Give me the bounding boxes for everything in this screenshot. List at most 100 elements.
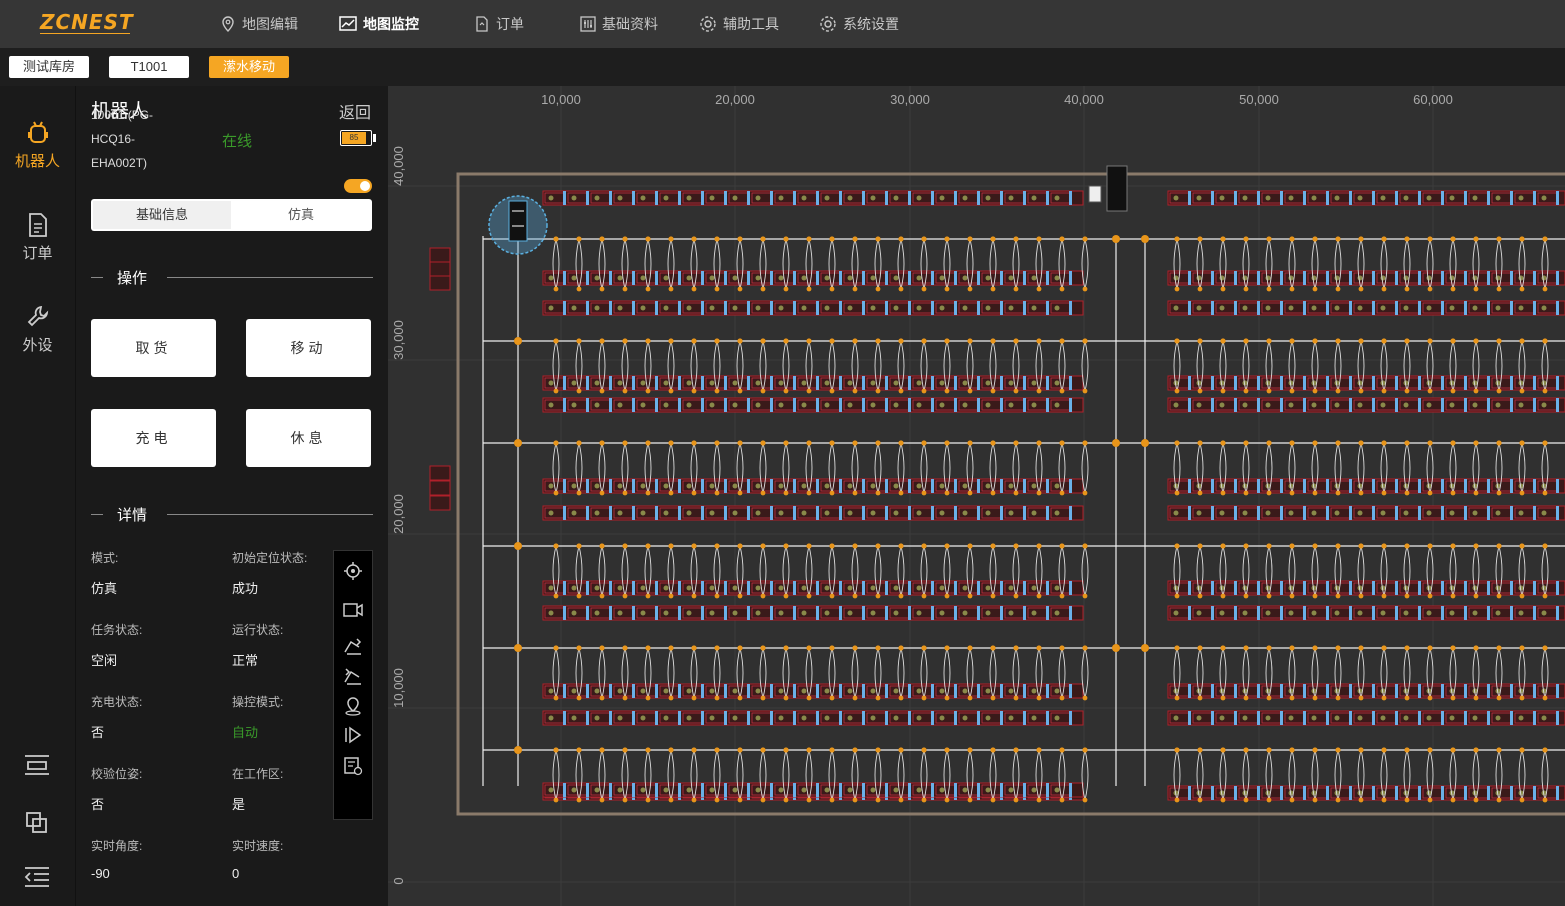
document-icon bbox=[28, 213, 47, 237]
play-icon[interactable] bbox=[343, 726, 363, 744]
gear-icon bbox=[820, 16, 836, 32]
detail-value-in-workzone: 是 bbox=[232, 797, 246, 812]
charge-button[interactable]: 充电 bbox=[91, 409, 216, 467]
x-tick-label: 40,000 bbox=[1064, 92, 1104, 107]
robot-name-line1: 10001 (PG- bbox=[91, 108, 154, 122]
sidebar-item-label: 机器人 bbox=[14, 153, 60, 170]
left-sidebar: 机器人 订单 外设 bbox=[0, 86, 75, 906]
x-tick-label: 60,000 bbox=[1413, 92, 1453, 107]
collapse-menu-icon[interactable] bbox=[24, 866, 50, 888]
nav-map-edit[interactable]: 地图编辑 bbox=[220, 0, 298, 48]
warehouse-tag[interactable]: 测试库房 bbox=[9, 56, 89, 78]
detail-label-mode: 模式: bbox=[91, 551, 119, 565]
detail-label-angle: 实时角度: bbox=[91, 839, 143, 853]
detail-label-verify-pose: 校验位姿: bbox=[91, 767, 143, 781]
section-title: 详情 bbox=[117, 507, 148, 524]
nav-map-monitor[interactable]: 地图监控 bbox=[339, 0, 419, 48]
sidebar-item-label: 订单 bbox=[22, 245, 53, 262]
robot-icon bbox=[27, 121, 48, 143]
detail-label-control-mode: 操控模式: bbox=[232, 695, 284, 709]
info-tabs: 基础信息 仿真 bbox=[91, 199, 372, 231]
x-tick-label: 30,000 bbox=[890, 92, 930, 107]
detail-label-charge-status: 充电状态: bbox=[91, 695, 143, 709]
detail-value-angle: -90 bbox=[91, 866, 110, 881]
copy-icon[interactable] bbox=[26, 812, 48, 834]
record-icon[interactable] bbox=[343, 756, 363, 776]
nav-label: 订单 bbox=[496, 16, 524, 32]
tab-simulation[interactable]: 仿真 bbox=[232, 201, 370, 229]
y-tick-label: 0 bbox=[391, 877, 406, 884]
y-tick-label: 20,000 bbox=[391, 494, 406, 534]
sidebar-item-orders[interactable]: 订单 bbox=[0, 212, 75, 263]
simulation-toggle[interactable] bbox=[344, 179, 372, 193]
y-tick-label: 30,000 bbox=[391, 320, 406, 360]
nav-system-settings[interactable]: 系统设置 bbox=[819, 0, 899, 48]
wrench-icon bbox=[27, 305, 48, 327]
robot-id-tag[interactable]: T1001 bbox=[109, 56, 189, 78]
detail-value-run-status: 正常 bbox=[232, 653, 259, 668]
forklift-down-icon[interactable] bbox=[343, 666, 363, 686]
sidebar-item-peripherals[interactable]: 外设 bbox=[0, 304, 75, 355]
x-tick-label: 50,000 bbox=[1239, 92, 1279, 107]
list-icon[interactable] bbox=[24, 754, 50, 776]
detail-label-speed: 实时速度: bbox=[232, 839, 284, 853]
detail-label-run-status: 运行状态: bbox=[232, 623, 284, 637]
nav-orders[interactable]: 订单 bbox=[474, 0, 524, 48]
x-tick-label: 10,000 bbox=[541, 92, 581, 107]
details-section-header: 详情 bbox=[91, 504, 373, 524]
locate-icon[interactable] bbox=[343, 561, 363, 581]
robot-name-line2: HCQ16- bbox=[91, 132, 136, 146]
move-button[interactable]: 移动 bbox=[246, 319, 371, 377]
nav-label: 地图监控 bbox=[363, 16, 419, 32]
x-axis-ticks: 10,000 20,000 30,000 40,000 50,000 60,00… bbox=[541, 92, 1453, 107]
robot-marker[interactable] bbox=[488, 195, 548, 255]
robot-status-tag[interactable]: 潆水移动 bbox=[209, 56, 289, 78]
nav-label: 系统设置 bbox=[843, 16, 899, 32]
monitor-chart-icon bbox=[339, 16, 357, 31]
sidebar-item-label: 外设 bbox=[22, 337, 53, 354]
online-status: 在线 bbox=[222, 133, 253, 150]
rest-button[interactable]: 休息 bbox=[246, 409, 371, 467]
app-logo: ZCNEST bbox=[40, 10, 134, 34]
y-tick-label: 10,000 bbox=[391, 668, 406, 708]
y-tick-label: 40,000 bbox=[391, 146, 406, 186]
detail-value-charge-status: 否 bbox=[91, 725, 105, 740]
nav-label: 基础资料 bbox=[602, 16, 658, 32]
camera-icon[interactable] bbox=[343, 601, 363, 619]
logo-underline bbox=[40, 33, 130, 34]
forklift-up-icon[interactable] bbox=[343, 636, 363, 656]
detail-value-control-mode: 自动 bbox=[232, 725, 259, 740]
sidebar-item-robot[interactable]: 机器人 bbox=[0, 120, 75, 171]
pickup-button[interactable]: 取货 bbox=[91, 319, 216, 377]
nav-label: 地图编辑 bbox=[242, 16, 298, 32]
operations-section-header: 操作 bbox=[91, 267, 373, 287]
detail-label-in-workzone: 在工作区: bbox=[232, 767, 284, 781]
top-navigation-bar: ZCNEST 地图编辑 地图监控 订单 基础资料 辅助工具 系统设置 bbox=[0, 0, 1565, 48]
map-toolbar bbox=[333, 550, 373, 820]
detail-value-mode: 仿真 bbox=[91, 581, 118, 596]
battery-indicator: 85 bbox=[340, 130, 376, 146]
section-title: 操作 bbox=[117, 270, 148, 287]
detail-label-task-status: 任务状态: bbox=[91, 623, 143, 637]
detail-value-task-status: 空闲 bbox=[91, 653, 118, 668]
document-icon bbox=[476, 16, 488, 32]
gear-icon bbox=[700, 16, 716, 32]
x-tick-label: 20,000 bbox=[715, 92, 755, 107]
back-link[interactable]: 返回 bbox=[339, 99, 371, 123]
detail-value-init-loc: 成功 bbox=[232, 581, 259, 596]
detail-value-speed: 0 bbox=[232, 866, 240, 881]
location-pin-icon bbox=[222, 16, 234, 32]
detail-label-init-loc: 初始定位状态: bbox=[232, 551, 308, 565]
detail-value-verify-pose: 否 bbox=[91, 797, 105, 812]
battery-level: 85 bbox=[342, 132, 366, 144]
sliders-icon bbox=[580, 16, 596, 32]
y-axis-ticks: 40,000 30,000 20,000 10,000 0 bbox=[391, 146, 406, 885]
nav-label: 辅助工具 bbox=[723, 16, 779, 32]
warehouse-map[interactable]: 10,000 20,000 30,000 40,000 50,000 60,00… bbox=[388, 86, 1565, 906]
robot-name-line3: EHA002T) bbox=[91, 156, 148, 170]
nav-basic-data[interactable]: 基础资料 bbox=[580, 0, 658, 48]
map-pin-icon[interactable] bbox=[343, 696, 363, 716]
warehouse-map-canvas[interactable]: 10,000 20,000 30,000 40,000 50,000 60,00… bbox=[388, 86, 1565, 906]
tab-basic-info[interactable]: 基础信息 bbox=[93, 201, 231, 229]
nav-aux-tools[interactable]: 辅助工具 bbox=[699, 0, 779, 48]
